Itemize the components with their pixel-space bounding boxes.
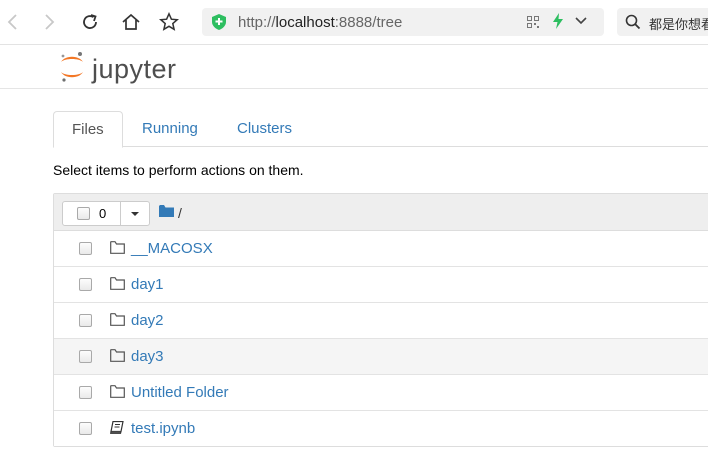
list-item[interactable]: test.ipynb bbox=[54, 411, 708, 446]
item-name[interactable]: Untitled Folder bbox=[131, 384, 229, 401]
item-name[interactable]: day3 bbox=[131, 348, 164, 365]
file-list: 0 / __MACOSX day1 day2 day3 Untitled Fol… bbox=[53, 193, 708, 447]
back-icon[interactable] bbox=[0, 10, 24, 34]
bookmark-star-icon[interactable] bbox=[157, 10, 181, 34]
list-item[interactable]: Untitled Folder bbox=[54, 375, 708, 411]
item-checkbox[interactable] bbox=[79, 386, 92, 399]
breadcrumb[interactable]: / bbox=[159, 204, 182, 222]
folder-outline-icon bbox=[110, 313, 125, 331]
search-placeholder: 都是你想看 bbox=[649, 17, 708, 32]
search-box[interactable]: 都是你想看 bbox=[617, 8, 708, 36]
item-name[interactable]: day2 bbox=[131, 312, 164, 329]
item-checkbox[interactable] bbox=[79, 350, 92, 363]
selection-hint: Select items to perform actions on them. bbox=[53, 162, 304, 178]
url-text: http://localhost:8888/tree bbox=[238, 14, 402, 31]
url-path: :8888/tree bbox=[334, 14, 403, 31]
select-all-button[interactable]: 0 bbox=[62, 201, 121, 226]
jupyter-header: jupyter bbox=[0, 44, 708, 89]
folder-outline-icon bbox=[110, 385, 125, 403]
item-checkbox[interactable] bbox=[79, 242, 92, 255]
reload-icon[interactable] bbox=[78, 10, 102, 34]
list-item[interactable]: __MACOSX bbox=[54, 231, 708, 267]
item-name[interactable]: day1 bbox=[131, 276, 164, 293]
notebook-icon bbox=[109, 420, 124, 439]
folder-icon bbox=[159, 204, 174, 222]
file-list-header: 0 / bbox=[54, 194, 708, 231]
item-checkbox[interactable] bbox=[79, 278, 92, 291]
breadcrumb-root[interactable]: / bbox=[178, 205, 182, 221]
forward-icon[interactable] bbox=[38, 10, 62, 34]
list-item[interactable]: day1 bbox=[54, 267, 708, 303]
browser-toolbar: http://localhost:8888/tree 都是你想看 bbox=[0, 0, 708, 45]
address-bar[interactable]: http://localhost:8888/tree bbox=[202, 8, 604, 36]
tab-files[interactable]: Files bbox=[53, 111, 123, 148]
url-scheme: http:// bbox=[238, 14, 276, 31]
selected-count: 0 bbox=[99, 206, 107, 221]
qr-code-icon[interactable] bbox=[527, 15, 539, 33]
home-icon[interactable] bbox=[119, 10, 143, 34]
list-item[interactable]: day2 bbox=[54, 303, 708, 339]
tab-running[interactable]: Running bbox=[124, 111, 216, 145]
security-shield-icon bbox=[212, 14, 226, 35]
folder-outline-icon bbox=[110, 241, 125, 259]
tab-clusters[interactable]: Clusters bbox=[219, 111, 310, 145]
caret-down-icon bbox=[131, 212, 139, 216]
search-icon bbox=[625, 14, 641, 35]
tab-bar: Files Running Clusters bbox=[53, 111, 708, 148]
lightning-icon[interactable] bbox=[552, 13, 564, 34]
jupyter-logo[interactable]: jupyter bbox=[58, 50, 177, 89]
list-item[interactable]: day3 bbox=[54, 339, 708, 375]
jupyter-logo-icon bbox=[58, 50, 86, 89]
url-host: localhost bbox=[275, 14, 335, 31]
item-checkbox[interactable] bbox=[79, 422, 92, 435]
item-checkbox[interactable] bbox=[79, 314, 92, 327]
folder-outline-icon bbox=[110, 277, 125, 295]
item-name[interactable]: test.ipynb bbox=[131, 420, 195, 437]
select-all-checkbox[interactable] bbox=[77, 207, 90, 220]
item-name[interactable]: __MACOSX bbox=[131, 240, 213, 257]
chevron-down-icon[interactable] bbox=[574, 14, 588, 33]
select-dropdown-button[interactable] bbox=[120, 201, 150, 226]
jupyter-wordmark: jupyter bbox=[92, 54, 177, 84]
folder-outline-icon bbox=[110, 349, 125, 367]
